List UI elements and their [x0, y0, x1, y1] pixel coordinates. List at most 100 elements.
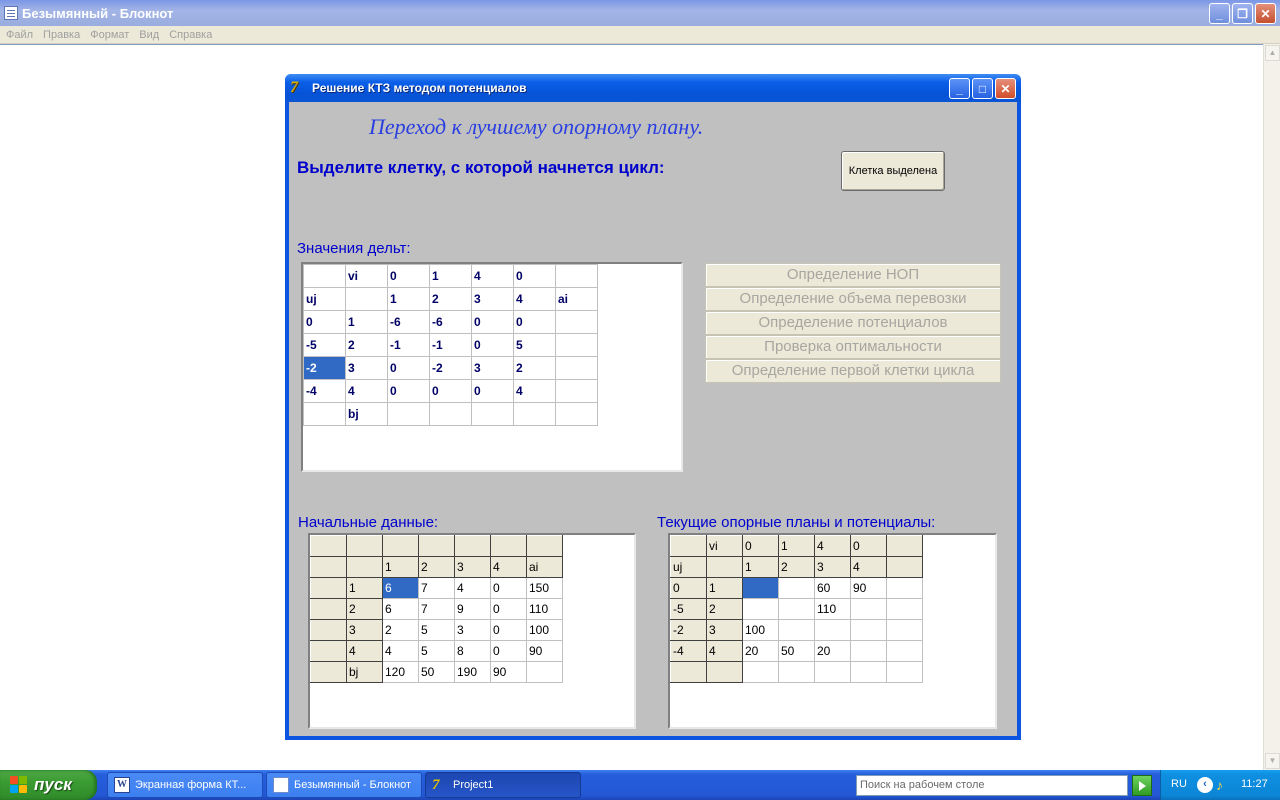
grid-cell[interactable]: 2 [382, 619, 419, 641]
initial-grid-box[interactable]: 1 2 3 4 ai 1 6 7 4 0 150 2 6 7 9 0 110 3 2 5 3 0 100 4 4 5 8 0 90 bj 1… [308, 533, 636, 729]
grid-cell[interactable]: 0 [513, 310, 556, 334]
grid-cell[interactable]: 4 [345, 379, 388, 403]
grid-cell[interactable]: 0 [471, 310, 514, 334]
grid-cell[interactable]: 1 [778, 535, 815, 557]
grid-cell[interactable]: 1 [346, 577, 383, 599]
menu-format[interactable]: Формат [86, 29, 135, 41]
grid-cell[interactable] [382, 535, 419, 557]
grid-cell[interactable]: 3 [814, 556, 851, 578]
grid-cell[interactable]: -4 [303, 379, 346, 403]
grid-cell[interactable]: 90 [490, 661, 527, 683]
grid-cell[interactable]: 1 [345, 310, 388, 334]
grid-cell[interactable]: 0 [490, 598, 527, 620]
grid-cell[interactable] [429, 402, 472, 426]
dialog-minimize-button[interactable]: _ [949, 78, 970, 99]
grid-cell[interactable]: 1 [387, 287, 430, 311]
grid-cell[interactable]: 0 [670, 577, 707, 599]
grid-cell[interactable] [886, 598, 923, 620]
grid-cell[interactable] [310, 640, 347, 662]
grid-cell[interactable] [310, 577, 347, 599]
grid-cell[interactable]: 0 [513, 264, 556, 288]
grid-cell[interactable]: 5 [418, 640, 455, 662]
grid-cell[interactable] [706, 661, 743, 683]
menu-view[interactable]: Вид [135, 29, 165, 41]
grid-cell[interactable]: 2 [513, 356, 556, 380]
grid-cell[interactable]: ai [526, 556, 563, 578]
grid-cell[interactable] [346, 535, 383, 557]
grid-cell[interactable]: 0 [429, 379, 472, 403]
grid-cell[interactable]: 0 [490, 619, 527, 641]
grid-cell[interactable]: 9 [454, 598, 491, 620]
grid-cell[interactable] [886, 640, 923, 662]
grid-cell[interactable] [310, 535, 347, 557]
step-button-initial-plan[interactable]: Определение НОП [705, 263, 1001, 287]
grid-cell[interactable]: 3 [454, 556, 491, 578]
grid-cell[interactable]: 3 [471, 356, 514, 380]
grid-cell[interactable] [886, 661, 923, 683]
menu-file[interactable]: Файл [2, 29, 39, 41]
search-go-arrow-icon[interactable] [1132, 775, 1152, 796]
grid-cell[interactable]: 4 [490, 556, 527, 578]
grid-cell[interactable]: 90 [526, 640, 563, 662]
grid-cell[interactable]: 2 [418, 556, 455, 578]
grid-cell[interactable] [555, 333, 598, 357]
grid-cell[interactable] [670, 535, 707, 557]
grid-cell[interactable] [886, 619, 923, 641]
grid-cell[interactable]: 20 [742, 640, 779, 662]
grid-cell[interactable]: 0 [387, 356, 430, 380]
grid-cell[interactable]: 4 [471, 264, 514, 288]
grid-cell[interactable]: bj [345, 402, 388, 426]
dialog-title-bar[interactable]: 7 Решение КТЗ методом потенциалов _ □ ✕ [285, 74, 1021, 102]
grid-cell[interactable] [555, 379, 598, 403]
grid-cell[interactable] [742, 577, 779, 599]
grid-cell[interactable]: 50 [778, 640, 815, 662]
grid-cell[interactable]: 2 [346, 598, 383, 620]
grid-cell[interactable]: -2 [670, 619, 707, 641]
grid-cell[interactable]: 6 [382, 577, 419, 599]
step-button-optimality-check[interactable]: Проверка оптимальности [705, 335, 1001, 359]
grid-cell[interactable] [886, 535, 923, 557]
grid-cell[interactable]: 6 [382, 598, 419, 620]
grid-cell[interactable]: 0 [742, 535, 779, 557]
step-button-first-cycle-cell[interactable]: Определение первой клетки цикла [705, 359, 1001, 383]
cell-selected-button[interactable]: Клетка выделена [841, 151, 945, 191]
grid-cell[interactable] [303, 264, 346, 288]
grid-cell[interactable]: 60 [814, 577, 851, 599]
grid-cell[interactable]: 3 [346, 619, 383, 641]
grid-cell[interactable]: ai [555, 287, 598, 311]
minimize-button[interactable]: _ [1209, 3, 1230, 24]
grid-cell[interactable]: vi [345, 264, 388, 288]
grid-cell[interactable]: bj [346, 661, 383, 683]
dialog-close-button[interactable]: ✕ [995, 78, 1016, 99]
grid-cell[interactable]: 2 [778, 556, 815, 578]
grid-cell[interactable]: 0 [490, 640, 527, 662]
grid-cell[interactable] [706, 556, 743, 578]
grid-cell[interactable] [778, 598, 815, 620]
step-button-transport-volume[interactable]: Определение объема перевозки [705, 287, 1001, 311]
show-hidden-icons-arrow-icon[interactable]: ‹ [1197, 777, 1213, 793]
grid-cell[interactable]: 4 [513, 379, 556, 403]
grid-cell[interactable]: 0 [387, 264, 430, 288]
grid-cell[interactable]: 5 [513, 333, 556, 357]
grid-cell[interactable] [526, 661, 563, 683]
scroll-up-arrow-icon[interactable]: ▲ [1265, 45, 1280, 61]
close-button[interactable]: ✕ [1255, 3, 1276, 24]
menu-edit[interactable]: Правка [39, 29, 86, 41]
grid-cell[interactable] [555, 310, 598, 334]
grid-cell[interactable] [310, 619, 347, 641]
grid-cell[interactable]: 3 [345, 356, 388, 380]
grid-cell[interactable] [886, 577, 923, 599]
grid-cell[interactable]: 1 [382, 556, 419, 578]
grid-cell[interactable]: vi [706, 535, 743, 557]
current-grid-box[interactable]: vi 0 1 4 0 uj 1 2 3 4 0 1 60 90 -5 2 110 -2 3 100 -4 4 20 50 20 [668, 533, 997, 729]
grid-cell[interactable]: 190 [454, 661, 491, 683]
grid-cell[interactable] [513, 402, 556, 426]
grid-cell[interactable] [742, 661, 779, 683]
scroll-down-arrow-icon[interactable]: ▼ [1265, 753, 1280, 769]
grid-cell[interactable]: 110 [814, 598, 851, 620]
grid-cell[interactable]: 120 [382, 661, 419, 683]
grid-cell[interactable] [555, 402, 598, 426]
current-grid[interactable]: vi 0 1 4 0 uj 1 2 3 4 0 1 60 90 -5 2 110 -2 3 100 -4 4 20 50 20 [670, 535, 923, 683]
grid-cell[interactable]: 90 [850, 577, 887, 599]
grid-cell[interactable]: 4 [814, 535, 851, 557]
